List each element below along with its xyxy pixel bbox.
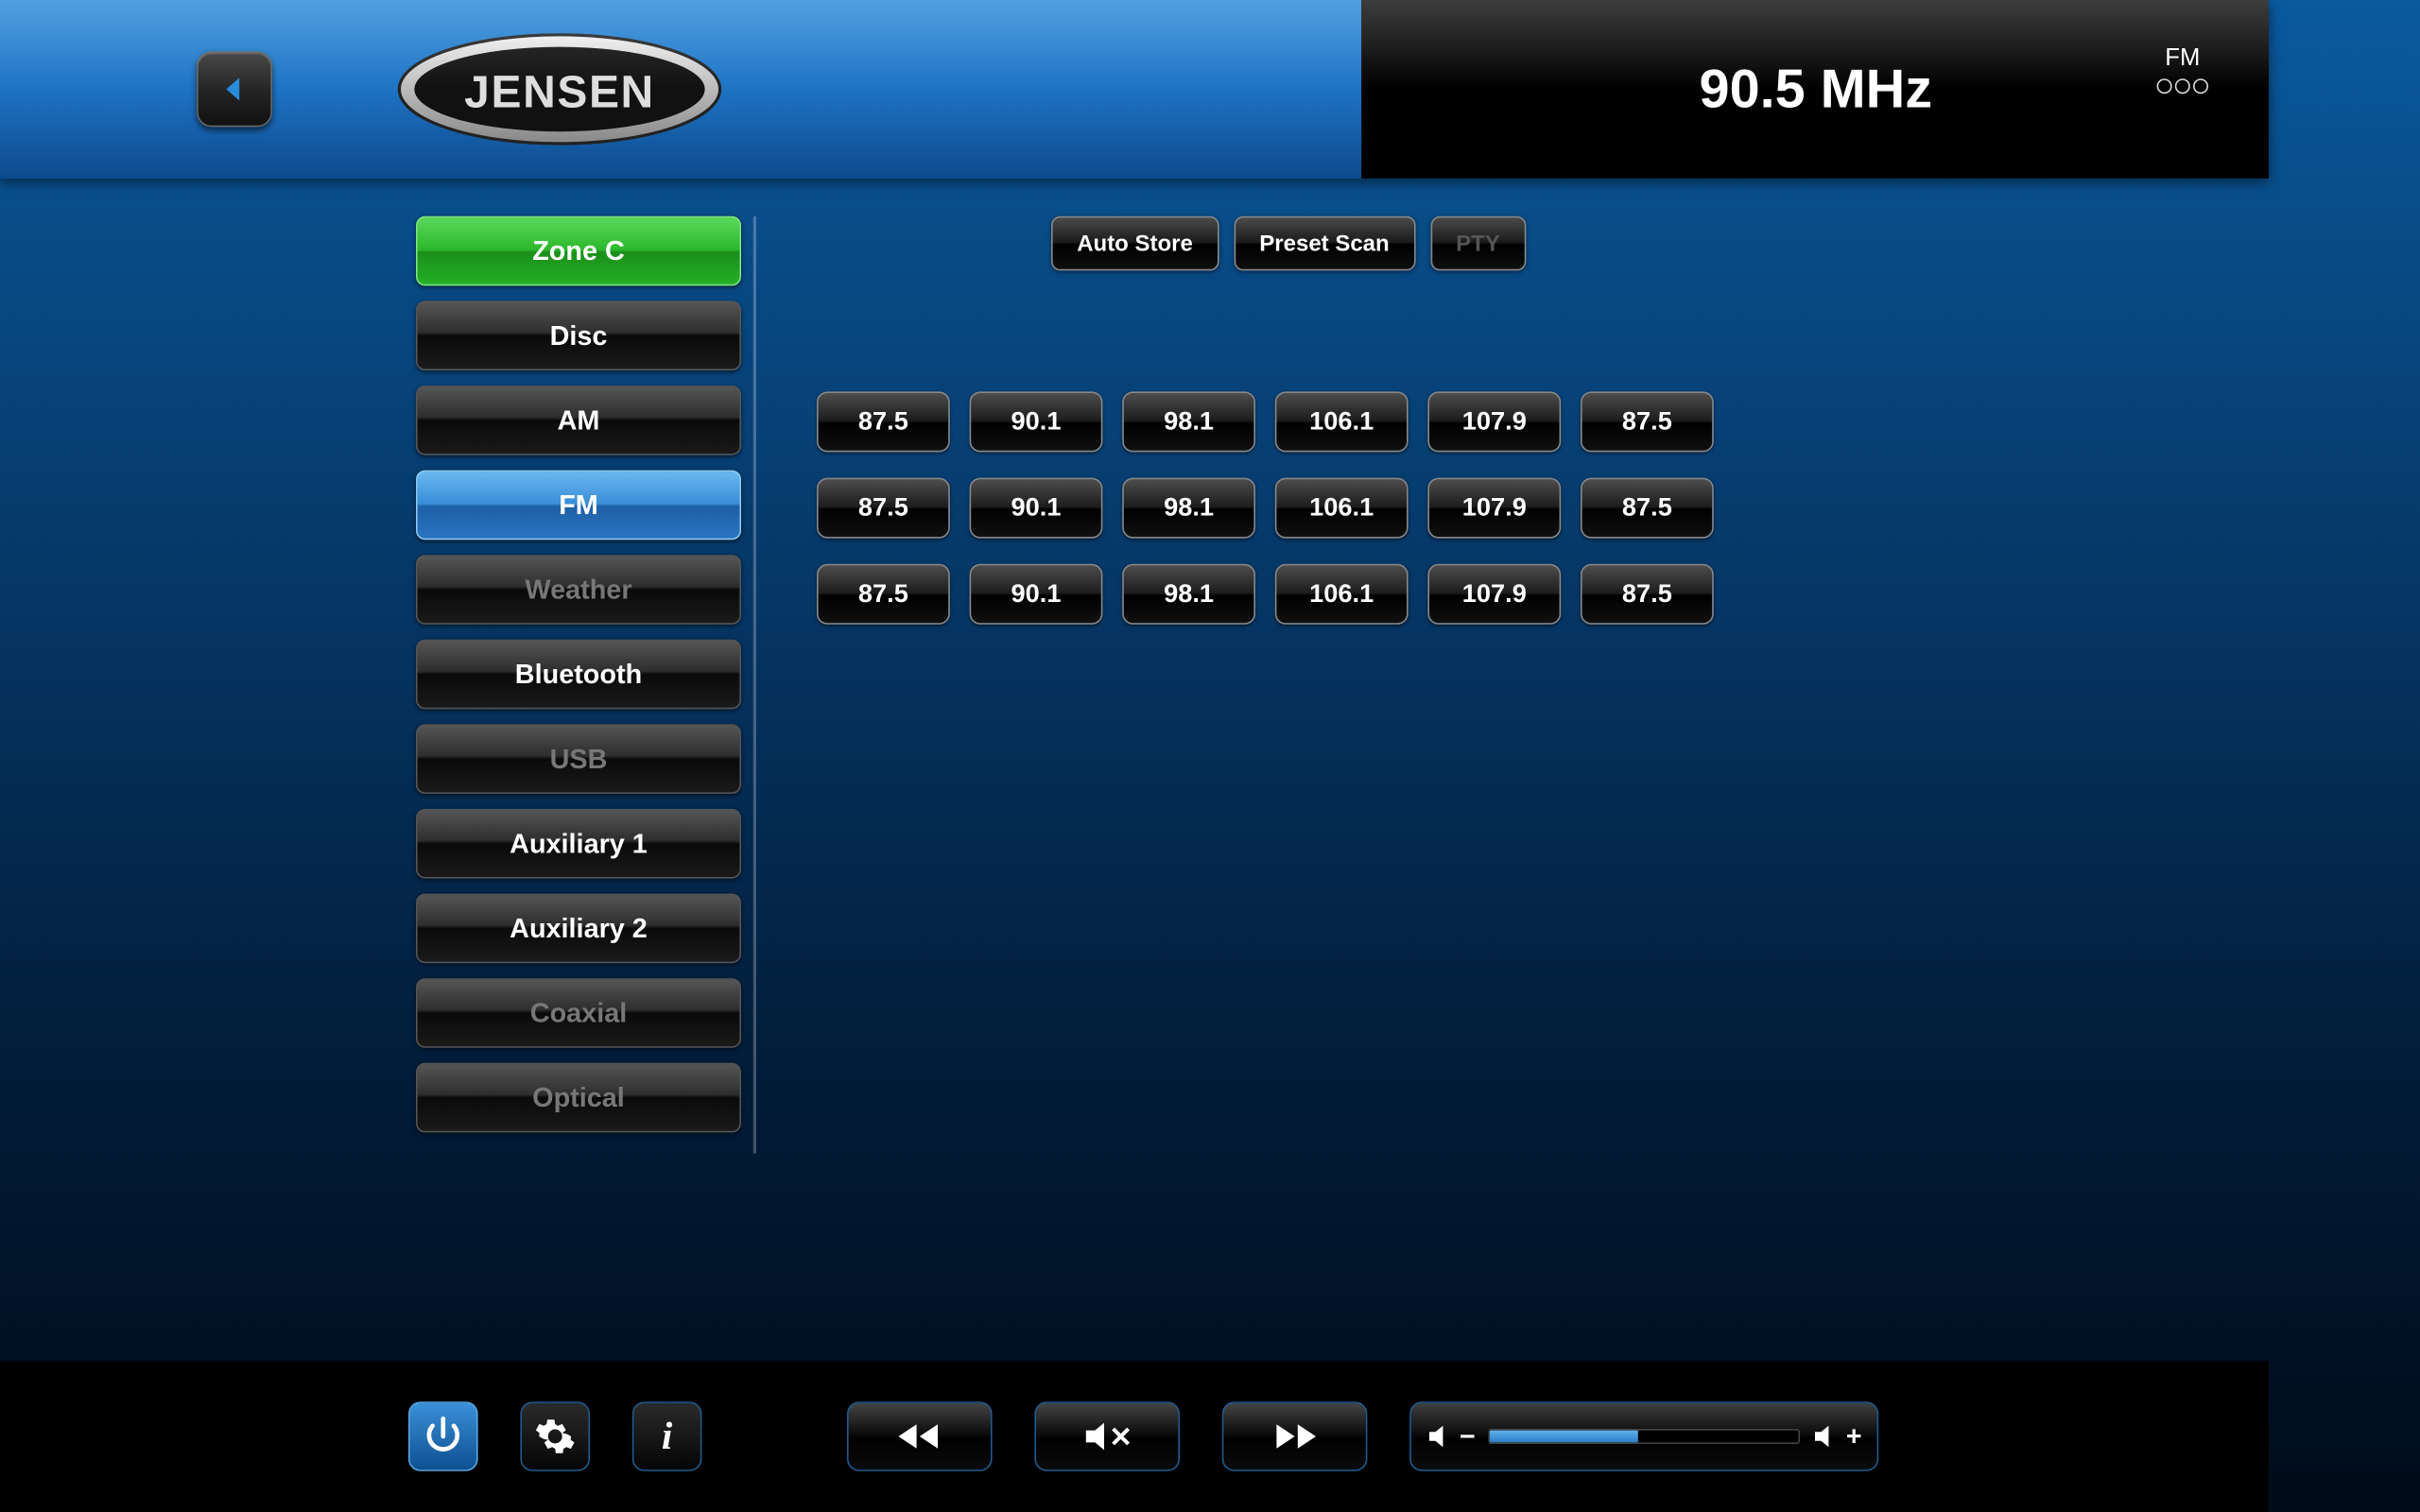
brand-logo-text: JENSEN bbox=[464, 68, 655, 118]
preset-1-3[interactable]: 98.1 bbox=[1122, 391, 1255, 452]
source-bluetooth[interactable]: Bluetooth bbox=[416, 640, 741, 710]
function-row: Auto Store Preset Scan PTY bbox=[1051, 216, 2178, 271]
preset-1-4[interactable]: 106.1 bbox=[1275, 391, 1409, 452]
svg-text:i: i bbox=[662, 1416, 673, 1457]
preset-1-2[interactable]: 90.1 bbox=[970, 391, 1103, 452]
preset-1-5[interactable]: 107.9 bbox=[1427, 391, 1561, 452]
info-button[interactable]: i bbox=[632, 1401, 702, 1471]
preset-scan-button[interactable]: Preset Scan bbox=[1234, 216, 1415, 271]
volume-track[interactable] bbox=[1488, 1429, 1801, 1444]
seek-forward-button[interactable] bbox=[1222, 1401, 1368, 1471]
seek-forward-icon bbox=[1265, 1418, 1325, 1454]
band-indicator[interactable]: FM bbox=[2157, 45, 2208, 94]
screen: JENSEN 90.5 MHz FM Zone C Disc AM FM Wea… bbox=[0, 0, 2269, 1512]
volume-control[interactable]: − + bbox=[1409, 1401, 1878, 1471]
back-icon bbox=[215, 70, 254, 110]
back-button[interactable] bbox=[197, 51, 272, 127]
preset-3-2[interactable]: 90.1 bbox=[970, 564, 1103, 625]
mute-icon bbox=[1077, 1418, 1137, 1454]
source-aux2[interactable]: Auxiliary 2 bbox=[416, 894, 741, 964]
preset-3-3[interactable]: 98.1 bbox=[1122, 564, 1255, 625]
preset-2-6[interactable]: 87.5 bbox=[1581, 478, 1714, 539]
power-button[interactable] bbox=[408, 1401, 478, 1471]
source-am[interactable]: AM bbox=[416, 386, 741, 455]
volume-down-icon[interactable]: − bbox=[1426, 1420, 1476, 1452]
preset-2-5[interactable]: 107.9 bbox=[1427, 478, 1561, 539]
settings-button[interactable] bbox=[520, 1401, 590, 1471]
preset-3-4[interactable]: 106.1 bbox=[1275, 564, 1409, 625]
info-icon: i bbox=[646, 1416, 688, 1458]
preset-3-5[interactable]: 107.9 bbox=[1427, 564, 1561, 625]
volume-up-icon[interactable]: + bbox=[1813, 1420, 1862, 1452]
source-fm[interactable]: FM bbox=[416, 471, 741, 541]
source-optical: Optical bbox=[416, 1063, 741, 1133]
top-bar: JENSEN 90.5 MHz FM bbox=[0, 0, 2269, 179]
power-icon bbox=[422, 1416, 464, 1458]
source-usb: USB bbox=[416, 724, 741, 794]
seek-back-icon bbox=[890, 1418, 950, 1454]
seek-back-button[interactable] bbox=[847, 1401, 993, 1471]
band-label: FM bbox=[2157, 45, 2208, 73]
preset-2-3[interactable]: 98.1 bbox=[1122, 478, 1255, 539]
zone-button[interactable]: Zone C bbox=[416, 216, 741, 286]
preset-3-6[interactable]: 87.5 bbox=[1581, 564, 1714, 625]
preset-2-1[interactable]: 87.5 bbox=[817, 478, 950, 539]
preset-grid: 87.5 90.1 98.1 106.1 107.9 87.5 87.5 90.… bbox=[817, 391, 2178, 624]
content-area: Auto Store Preset Scan PTY 87.5 90.1 98.… bbox=[756, 216, 2269, 1361]
mute-button[interactable] bbox=[1034, 1401, 1180, 1471]
source-aux1[interactable]: Auxiliary 1 bbox=[416, 809, 741, 879]
auto-store-button[interactable]: Auto Store bbox=[1051, 216, 1219, 271]
sidebar-divider bbox=[753, 216, 756, 1154]
band-page-dots bbox=[2157, 78, 2208, 94]
station-display-panel: 90.5 MHz FM bbox=[1361, 0, 2269, 179]
source-sidebar: Zone C Disc AM FM Weather Bluetooth USB … bbox=[0, 216, 756, 1361]
preset-1-6[interactable]: 87.5 bbox=[1581, 391, 1714, 452]
main-area: Zone C Disc AM FM Weather Bluetooth USB … bbox=[0, 179, 2269, 1361]
source-disc[interactable]: Disc bbox=[416, 301, 741, 370]
source-coaxial: Coaxial bbox=[416, 978, 741, 1048]
gear-icon bbox=[534, 1416, 577, 1458]
brand-logo: JENSEN bbox=[393, 28, 726, 149]
volume-fill bbox=[1489, 1431, 1637, 1443]
bottom-bar: i − bbox=[0, 1361, 2269, 1512]
preset-1-1[interactable]: 87.5 bbox=[817, 391, 950, 452]
frequency-display: 90.5 MHz bbox=[1700, 58, 1933, 121]
preset-2-4[interactable]: 106.1 bbox=[1275, 478, 1409, 539]
source-weather: Weather bbox=[416, 555, 741, 625]
preset-3-1[interactable]: 87.5 bbox=[817, 564, 950, 625]
preset-2-2[interactable]: 90.1 bbox=[970, 478, 1103, 539]
pty-button: PTY bbox=[1430, 216, 1526, 271]
